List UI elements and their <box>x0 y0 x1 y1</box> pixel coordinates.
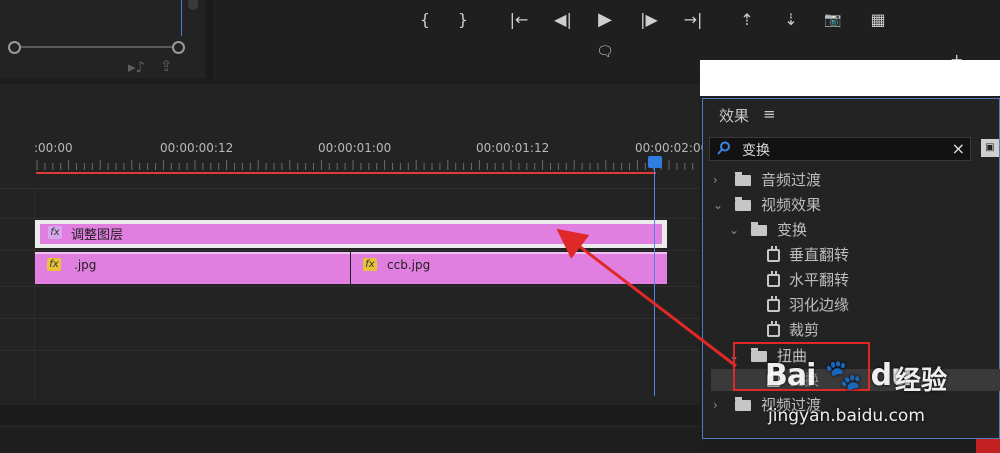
corner-logo <box>976 439 1000 453</box>
watermark-sub: 经验 <box>895 366 948 396</box>
watermark-url: jingyan.baidu.com <box>768 406 925 426</box>
baidu-watermark: Bai 🐾 du 经验 jingyan.baidu.com <box>760 350 1000 440</box>
watermark-brand: Bai 🐾 du <box>765 358 912 393</box>
